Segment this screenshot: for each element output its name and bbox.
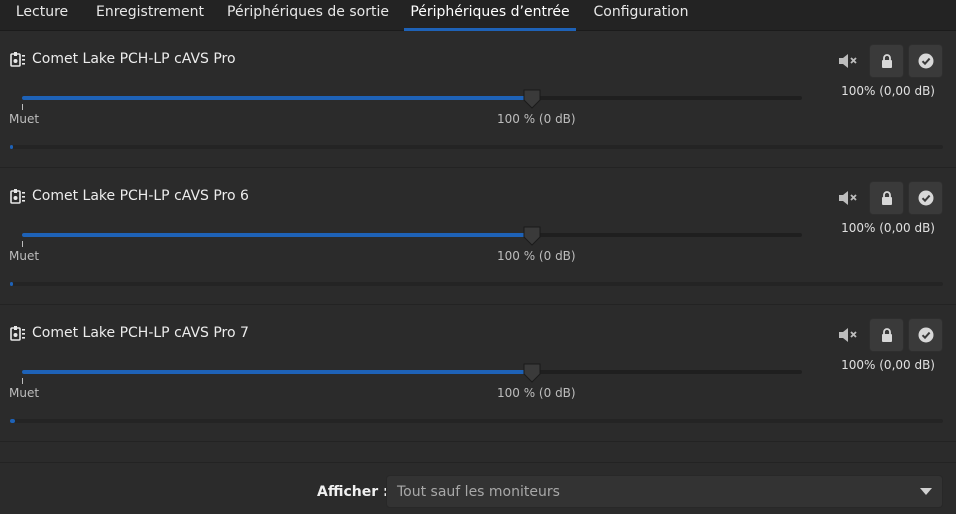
checkmark-icon <box>918 190 934 206</box>
scale-label-100: 100 % (0 dB) <box>497 112 576 126</box>
tab-peripheriques-de-sortie[interactable]: Périphériques de sortie <box>222 0 394 31</box>
speaker-muted-icon[interactable] <box>835 324 859 346</box>
device-name: Comet Lake PCH-LP cAVS Pro 6 <box>32 188 249 204</box>
checkmark-icon <box>918 327 934 343</box>
checkmark-icon <box>918 53 934 69</box>
volume-readout: 100% (0,00 dB) <box>841 221 935 235</box>
input-device-row: Comet Lake PCH-LP cAVS Pro 7 100% (0,00 … <box>0 305 956 442</box>
scale-label-mute: Muet <box>9 386 40 400</box>
scale-tick-mute <box>22 378 23 384</box>
show-filter-select[interactable]: Tout sauf les moniteurs <box>386 475 943 508</box>
volume-slider-fill <box>22 96 531 100</box>
scale-label-mute: Muet <box>9 112 40 126</box>
volume-slider[interactable] <box>22 96 802 100</box>
tab-peripheriques-d-entree[interactable]: Périphériques d’entrée <box>404 0 576 31</box>
peak-level-fill <box>10 145 13 149</box>
peak-level-meter <box>10 419 943 423</box>
lock-channels-button[interactable] <box>869 44 904 78</box>
lock-channels-button[interactable] <box>869 181 904 215</box>
audio-card-icon <box>10 326 25 341</box>
volume-slider-thumb[interactable] <box>522 225 542 247</box>
scale-label-100: 100 % (0 dB) <box>497 249 576 263</box>
show-filter-label: Afficher : <box>317 484 389 500</box>
volume-slider-thumb[interactable] <box>522 88 542 110</box>
volume-slider-thumb[interactable] <box>522 362 542 384</box>
audio-card-icon <box>10 189 25 204</box>
scale-label-mute: Muet <box>9 249 40 263</box>
audio-card-icon <box>10 52 25 67</box>
volume-slider[interactable] <box>22 370 802 374</box>
speaker-muted-icon[interactable] <box>835 50 859 72</box>
set-default-button[interactable] <box>908 318 943 352</box>
tab-lecture[interactable]: Lecture <box>6 0 78 31</box>
chevron-down-icon <box>920 488 932 495</box>
show-filter-value: Tout sauf les moniteurs <box>397 484 560 500</box>
peak-level-fill <box>10 282 13 286</box>
volume-slider[interactable] <box>22 233 802 237</box>
input-device-row: Comet Lake PCH-LP cAVS Pro 100% (0,00 dB… <box>0 31 956 168</box>
tab-enregistrement[interactable]: Enregistrement <box>88 0 212 31</box>
scale-tick-mute <box>22 241 23 247</box>
peak-level-meter <box>10 145 943 149</box>
set-default-button[interactable] <box>908 44 943 78</box>
speaker-muted-icon[interactable] <box>835 187 859 209</box>
peak-level-meter <box>10 282 943 286</box>
input-device-row: Comet Lake PCH-LP cAVS Pro 6 100% (0,00 … <box>0 168 956 305</box>
device-name: Comet Lake PCH-LP cAVS Pro <box>32 51 236 67</box>
volume-slider-fill <box>22 233 531 237</box>
lock-icon <box>882 328 892 342</box>
peak-level-fill <box>10 419 15 423</box>
lock-channels-button[interactable] <box>869 318 904 352</box>
footer-bar: Afficher : Tout sauf les moniteurs <box>0 462 956 514</box>
device-name: Comet Lake PCH-LP cAVS Pro 7 <box>32 325 249 341</box>
tab-configuration[interactable]: Configuration <box>586 0 696 31</box>
lock-icon <box>882 191 892 205</box>
scale-label-100: 100 % (0 dB) <box>497 386 576 400</box>
tab-bar: Lecture Enregistrement Périphériques de … <box>0 0 956 31</box>
lock-icon <box>882 54 892 68</box>
volume-readout: 100% (0,00 dB) <box>841 358 935 372</box>
scale-tick-mute <box>22 104 23 110</box>
volume-readout: 100% (0,00 dB) <box>841 84 935 98</box>
set-default-button[interactable] <box>908 181 943 215</box>
volume-slider-fill <box>22 370 531 374</box>
